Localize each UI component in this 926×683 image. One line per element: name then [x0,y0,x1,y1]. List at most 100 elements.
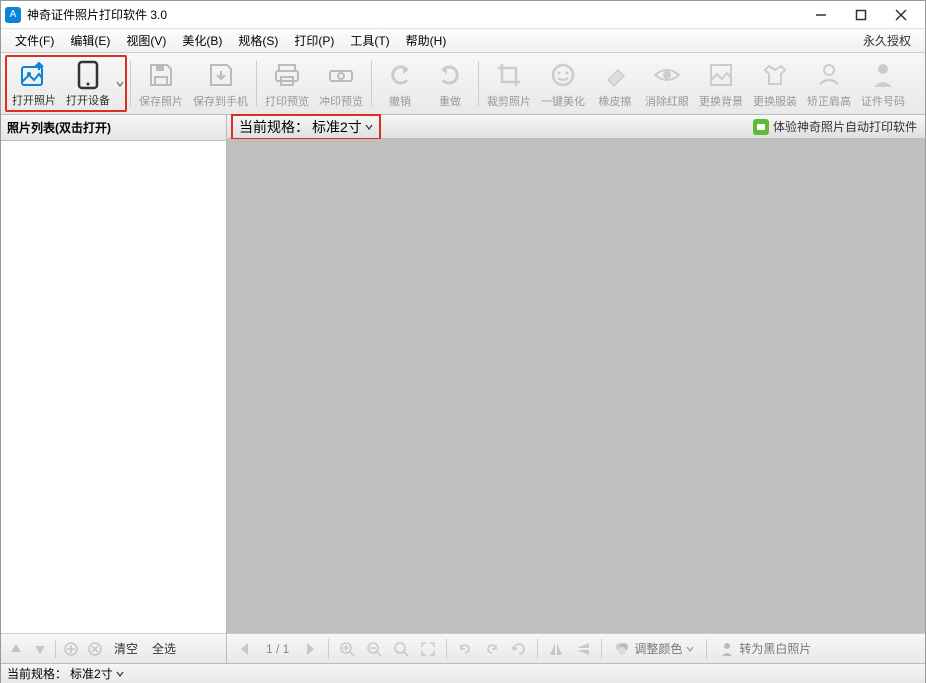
remove-button[interactable] [84,638,106,660]
shoulder-label: 矫正肩高 [807,93,851,109]
print-preview-button[interactable]: 打印预览 [260,55,314,112]
menu-view[interactable]: 视图(V) [118,29,174,52]
photo-list-toolbar: 清空 全选 [1,633,226,663]
statusbar: 当前规格：标准2寸 [1,663,925,683]
photo-list-pane: 照片列表(双击打开) 清空 全选 [1,115,227,663]
eye-icon [651,59,683,91]
flip-v-button[interactable] [571,637,595,661]
beautify-icon [547,59,579,91]
open-photo-button[interactable]: 打开照片 [7,57,61,110]
save-phone-label: 保存到手机 [193,93,248,109]
redeye-label: 消除红眼 [645,93,689,109]
app-title: 神奇证件照片打印软件 3.0 [27,6,167,23]
stamp-icon [325,59,357,91]
maximize-button[interactable] [841,2,881,28]
to-bw-label: 转为黑白照片 [739,640,811,657]
open-device-dropdown[interactable] [115,57,125,110]
redo-icon [434,59,466,91]
eraser-label: 橡皮擦 [599,93,632,109]
stamp-preview-button[interactable]: 冲印预览 [314,55,368,112]
printer-icon [271,59,303,91]
promo-link[interactable]: 体验神奇照片自动打印软件 [749,118,921,135]
main-toolbar: 打开照片 打开设备 保存照片 保存到手机 打印预览 冲印预览 撤销 重做 裁剪照… [1,53,925,115]
menu-edit[interactable]: 编辑(E) [62,29,118,52]
spec-value: 标准2寸 [312,117,362,137]
menu-print[interactable]: 打印(P) [286,29,342,52]
background-icon [705,59,737,91]
app-icon: A [5,7,21,23]
beautify-button[interactable]: 一键美化 [536,55,590,112]
move-down-button[interactable] [29,638,51,660]
rotate-left-button[interactable] [453,637,477,661]
to-bw-button[interactable]: 转为黑白照片 [713,640,817,657]
flip-h-button[interactable] [544,637,568,661]
shoulder-icon [813,59,845,91]
chevron-down-icon [686,645,694,653]
change-clothes-button[interactable]: 更换服装 [748,55,802,112]
id-number-label: 证件号码 [861,93,905,109]
close-button[interactable] [881,2,921,28]
save-phone-icon [205,59,237,91]
redo-label: 重做 [439,93,461,109]
adjust-color-label: 调整颜色 [634,640,682,657]
menu-spec[interactable]: 规格(S) [230,29,286,52]
crop-label: 裁剪照片 [487,93,531,109]
status-spec-dropdown[interactable]: 当前规格：标准2寸 [7,665,124,682]
eraser-button[interactable]: 橡皮擦 [590,55,640,112]
open-photo-label: 打开照片 [12,92,56,108]
stamp-preview-label: 冲印预览 [319,93,363,109]
redeye-button[interactable]: 消除红眼 [640,55,694,112]
minimize-button[interactable] [801,2,841,28]
canvas-area[interactable] [227,139,925,633]
menu-file[interactable]: 文件(F) [7,29,62,52]
chevron-down-icon [365,123,373,131]
print-preview-label: 打印预览 [265,93,309,109]
spec-label: 当前规格： [239,117,309,137]
open-device-icon [72,60,104,90]
zoom-fit-button[interactable] [389,637,413,661]
current-spec-dropdown[interactable]: 当前规格：标准2寸 [231,114,381,140]
zoom-out-button[interactable] [362,637,386,661]
save-to-phone-button[interactable]: 保存到手机 [188,55,253,112]
page-indicator: 1 / 1 [260,642,295,656]
clothes-icon [759,59,791,91]
adjust-color-button[interactable]: 调整颜色 [608,640,700,657]
next-page-button[interactable] [298,637,322,661]
crop-button[interactable]: 裁剪照片 [482,55,536,112]
menubar: 文件(F) 编辑(E) 视图(V) 美化(B) 规格(S) 打印(P) 工具(T… [1,29,925,53]
undo-label: 撤销 [389,93,411,109]
photo-list[interactable] [1,141,226,633]
promo-icon [753,119,769,135]
chevron-down-icon [116,670,124,678]
menu-beautify[interactable]: 美化(B) [174,29,230,52]
canvas-pane: 当前规格：标准2寸 体验神奇照片自动打印软件 1 / 1 [227,115,925,663]
rotate-right-button[interactable] [480,637,504,661]
move-up-button[interactable] [5,638,27,660]
undo-button[interactable]: 撤销 [375,55,425,112]
spec-bar: 当前规格：标准2寸 体验神奇照片自动打印软件 [227,115,925,139]
highlighted-tools: 打开照片 打开设备 [5,55,127,112]
fullscreen-button[interactable] [416,637,440,661]
zoom-in-button[interactable] [335,637,359,661]
clear-button[interactable]: 清空 [108,640,144,657]
rotate-free-button[interactable] [507,637,531,661]
eraser-icon [599,59,631,91]
menu-tools[interactable]: 工具(T) [342,29,397,52]
change-clothes-label: 更换服装 [753,93,797,109]
status-spec-value: 标准2寸 [70,665,113,682]
menu-help[interactable]: 帮助(H) [398,29,455,52]
promo-text: 体验神奇照片自动打印软件 [773,118,917,135]
change-bg-button[interactable]: 更换背景 [694,55,748,112]
shoulder-button[interactable]: 矫正肩高 [802,55,856,112]
id-number-button[interactable]: 证件号码 [856,55,910,112]
status-spec-label: 当前规格： [7,665,67,682]
save-photo-button[interactable]: 保存照片 [134,55,188,112]
add-button[interactable] [60,638,82,660]
save-photo-label: 保存照片 [139,93,183,109]
prev-page-button[interactable] [233,637,257,661]
save-icon [145,59,177,91]
redo-button[interactable]: 重做 [425,55,475,112]
open-device-button[interactable]: 打开设备 [61,57,115,110]
select-all-button[interactable]: 全选 [146,640,182,657]
open-device-label: 打开设备 [66,92,110,108]
